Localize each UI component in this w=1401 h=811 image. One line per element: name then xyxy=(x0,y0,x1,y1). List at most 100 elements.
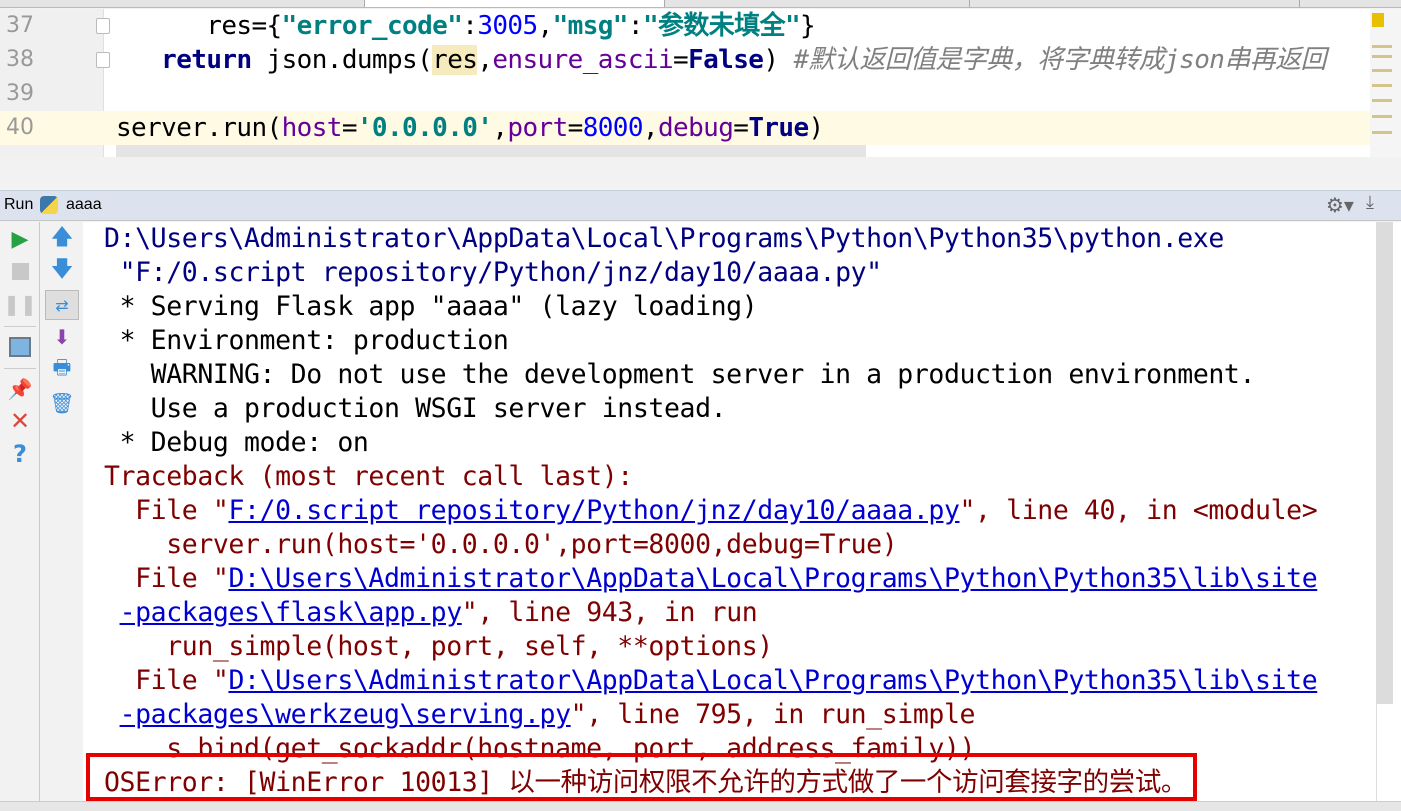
print-icon[interactable]: 🖶 xyxy=(49,355,75,383)
code-token: 8000 xyxy=(582,113,644,143)
console-text: File " xyxy=(135,495,229,526)
scrollbar-thumb[interactable] xyxy=(1377,222,1393,704)
code-token: return xyxy=(161,45,252,75)
soft-wrap-icon[interactable]: ⇄ xyxy=(45,290,79,320)
trash-icon[interactable]: 🗑 xyxy=(49,390,75,416)
code-token: = xyxy=(733,113,749,143)
code-token: "error_code" xyxy=(281,11,463,41)
console-text: * Debug mode: on xyxy=(119,427,369,458)
run-icon[interactable]: ▶ xyxy=(7,226,33,252)
file-link[interactable]: D:\Users\Administrator\AppData\Local\Pro… xyxy=(228,665,1317,696)
stop-icon[interactable] xyxy=(7,258,33,284)
code-token: , xyxy=(642,113,659,143)
code-token: json.dumps( xyxy=(251,45,433,75)
code-token: ) xyxy=(808,113,825,143)
console-scrollbar[interactable] xyxy=(1376,222,1401,811)
console-line: Use a production WSGI server instead. xyxy=(104,392,727,426)
code-line[interactable]: 40 server.run(host='0.0.0.0',port=8000,de… xyxy=(0,111,1370,145)
console-line: File "F:/0.script repository/Python/jnz/… xyxy=(104,494,1318,528)
code-token: , xyxy=(477,45,493,75)
code-token: : xyxy=(627,11,644,41)
console-line: * Environment: production xyxy=(104,324,509,358)
code-token: debug xyxy=(657,113,734,143)
up-arrow-icon[interactable]: 🡅 xyxy=(49,225,75,252)
console-text: Use a production WSGI server instead. xyxy=(150,393,727,424)
file-link[interactable]: D:\Users\Administrator\AppData\Local\Pro… xyxy=(228,563,1317,594)
fold-marker-icon[interactable] xyxy=(96,18,110,34)
code-token: res={ xyxy=(206,11,282,41)
code-token: , xyxy=(492,113,508,143)
python-icon xyxy=(40,196,58,214)
editor-tab-bar[interactable] xyxy=(0,0,1401,8)
pin-icon[interactable]: 📌 xyxy=(7,376,33,402)
console-line: server.run(host='0.0.0.0',port=8000,debu… xyxy=(104,528,897,562)
code-text: return json.dumps(res,ensure_ascii=False… xyxy=(116,43,1327,77)
code-line[interactable]: 37 res={"error_code":3005,"msg":"参数未填全"} xyxy=(0,9,1370,43)
code-token: "参数未填全" xyxy=(642,11,801,41)
console-text: * Environment: production xyxy=(119,325,509,356)
run-toolbar-right: 🡅 🡇 ⇄ ⬇ 🖶 🗑 xyxy=(41,222,83,811)
file-link[interactable]: -packages\flask\app.py xyxy=(120,597,463,628)
file-link[interactable]: -packages\werkzeug\serving.py xyxy=(120,699,571,730)
error-highlight-box xyxy=(86,753,1197,801)
console-line: File "D:\Users\Administrator\AppData\Loc… xyxy=(104,562,1318,596)
code-token: ) xyxy=(763,45,794,75)
warning-marker-icon[interactable] xyxy=(1372,13,1384,27)
run-label: Run xyxy=(4,196,34,213)
console-line: -packages\flask\app.py", line 943, in ru… xyxy=(104,596,758,630)
code-editor[interactable]: 37 res={"error_code":3005,"msg":"参数未填全"}… xyxy=(0,9,1370,157)
line-number: 40 xyxy=(6,115,34,140)
file-link[interactable]: F:/0.script repository/Python/jnz/day10/… xyxy=(228,495,959,526)
code-line[interactable]: 39 xyxy=(0,77,1370,111)
status-bar xyxy=(0,801,1401,811)
console-text: File " xyxy=(135,665,229,696)
horizontal-scrollbar[interactable] xyxy=(116,145,866,157)
console-text: WARNING: Do not use the development serv… xyxy=(150,359,1256,390)
fold-marker-icon[interactable] xyxy=(96,52,110,68)
code-token: port xyxy=(507,113,568,143)
console-text: D:\Users\Administrator\AppData\Local\Pro… xyxy=(104,223,1224,254)
code-token: } xyxy=(800,11,816,41)
layout-icon[interactable] xyxy=(7,334,33,360)
code-token: res xyxy=(432,45,478,75)
code-token: #默认返回值是字典，将字典转成json串再返回 xyxy=(793,45,1326,75)
console-text: "F:/0.script repository/Python/jnz/day10… xyxy=(119,257,883,288)
code-token: True xyxy=(748,113,809,143)
console-line: Traceback (most recent call last): xyxy=(104,460,633,494)
console-line: WARNING: Do not use the development serv… xyxy=(104,358,1256,392)
download-icon[interactable]: ⤓ xyxy=(1366,192,1374,213)
code-token: host xyxy=(281,113,343,143)
code-token: , xyxy=(537,11,554,41)
console-text: ", line 795, in run_simple xyxy=(570,699,976,730)
code-token: = xyxy=(673,45,689,75)
pause-icon[interactable]: ❚❚ xyxy=(3,291,37,317)
gear-icon[interactable]: ⚙▾ xyxy=(1326,193,1354,218)
close-icon[interactable]: ✕ xyxy=(7,407,33,435)
help-icon[interactable]: ? xyxy=(7,440,33,468)
editor-error-stripe[interactable] xyxy=(1370,9,1401,157)
code-token: ensure_ascii xyxy=(492,45,674,75)
scroll-to-end-icon[interactable]: ⬇ xyxy=(49,324,75,350)
down-arrow-icon[interactable]: 🡇 xyxy=(49,257,75,284)
code-token: = xyxy=(341,113,358,143)
console-line: File "D:\Users\Administrator\AppData\Loc… xyxy=(104,664,1318,698)
code-line[interactable]: 38 return json.dumps(res,ensure_ascii=Fa… xyxy=(0,43,1370,77)
console-text: Traceback (most recent call last): xyxy=(104,461,633,492)
console-text: File " xyxy=(135,563,229,594)
run-config-name[interactable]: aaaa xyxy=(66,196,102,214)
run-panel-header: Run aaaa ⚙▾ ⤓ xyxy=(0,190,1401,221)
run-toolbar-left: ▶ ❚❚ 📌 ✕ ? xyxy=(0,222,40,811)
code-token: server.run( xyxy=(116,113,282,143)
code-token: '0.0.0.0' xyxy=(356,113,493,143)
console-text: * Serving Flask app "aaaa" (lazy loading… xyxy=(119,291,758,322)
console-output[interactable]: D:\Users\Administrator\AppData\Local\Pro… xyxy=(83,222,1376,811)
